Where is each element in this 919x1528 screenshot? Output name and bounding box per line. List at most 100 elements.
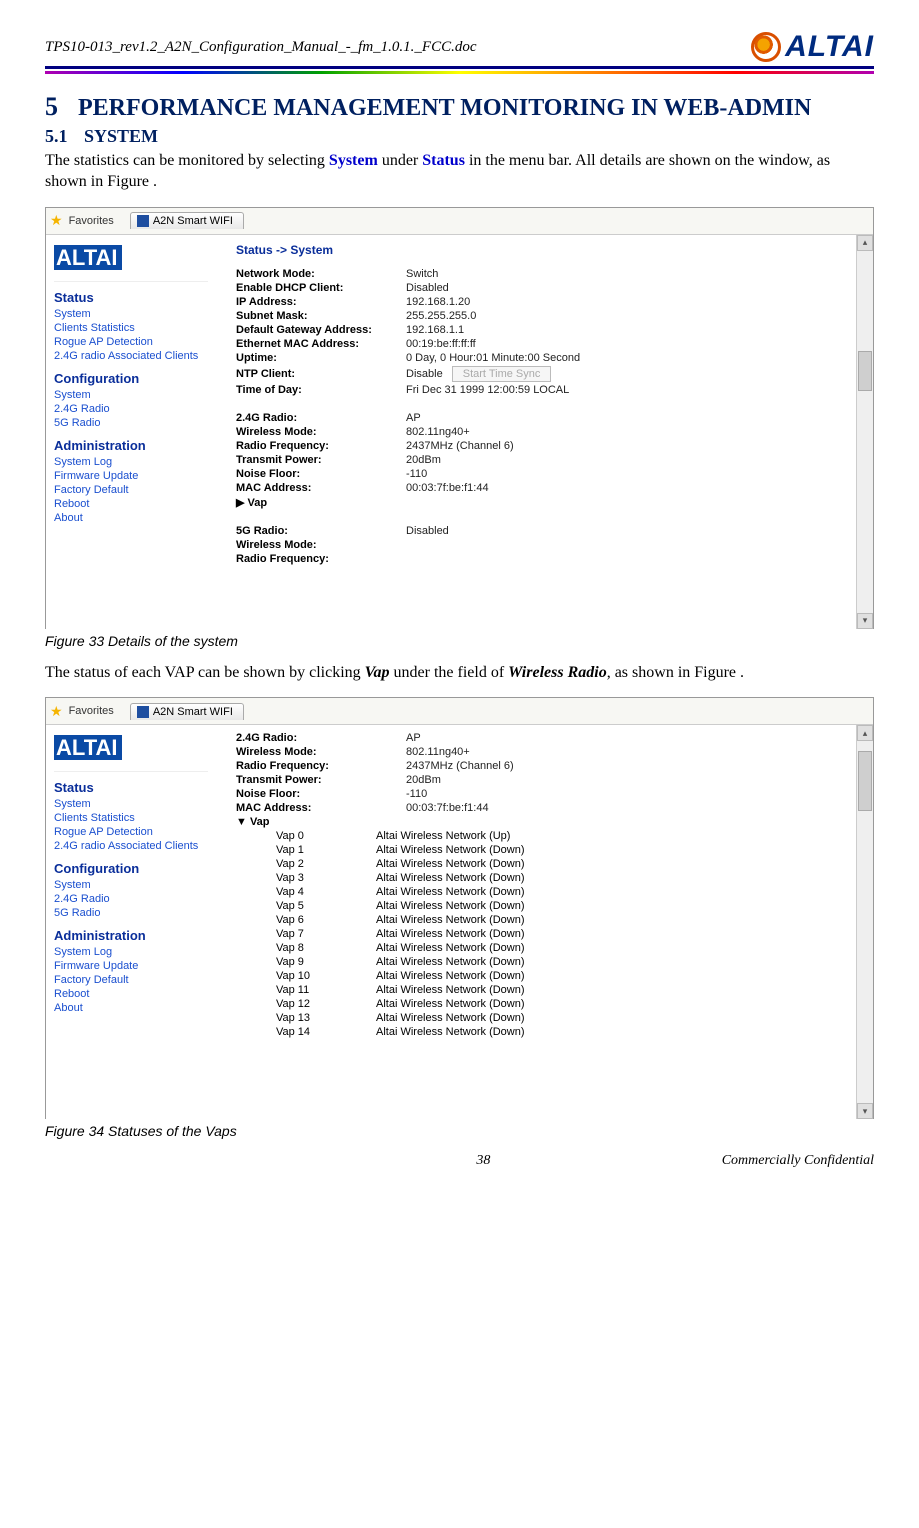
status-row: Wireless Mode:: [236, 538, 863, 552]
vap-collapse-toggle[interactable]: ▼ Vap: [236, 815, 863, 829]
status-row: 2.4G Radio:AP: [236, 731, 863, 745]
sidebar-item[interactable]: Reboot: [54, 497, 208, 511]
vap-expand-toggle[interactable]: ▶ Vap: [236, 495, 863, 510]
favorites-label: Favorites: [69, 705, 114, 717]
sidebar-item[interactable]: About: [54, 1001, 208, 1015]
keyword-wireless-radio: Wireless Radio: [508, 664, 607, 681]
doc-filename: TPS10-013_rev1.2_A2N_Configuration_Manua…: [45, 39, 477, 56]
scroll-up-icon[interactable]: ▴: [857, 725, 873, 741]
sidebar-item[interactable]: System Log: [54, 945, 208, 959]
sidebar: ALTAI Status SystemClients StatisticsRog…: [46, 235, 216, 629]
start-time-sync-button[interactable]: Start Time Sync: [452, 366, 552, 382]
status-row: Default Gateway Address:192.168.1.1: [236, 323, 863, 337]
figure-34-caption: Figure 34 Statuses of the Vaps: [45, 1123, 874, 1139]
sidebar-item[interactable]: About: [54, 511, 208, 525]
scroll-down-icon[interactable]: ▾: [857, 613, 873, 629]
status-row: Wireless Mode:802.11ng40+: [236, 425, 863, 439]
vap-row[interactable]: Vap 3Altai Wireless Network (Down): [236, 871, 863, 885]
sidebar-item[interactable]: Rogue AP Detection: [54, 825, 208, 839]
tab-favicon-icon: [137, 706, 149, 718]
sidebar-item[interactable]: 2.4G radio Associated Clients: [54, 839, 208, 853]
favorites-label: Favorites: [69, 215, 114, 227]
content-pane: 2.4G Radio:APWireless Mode:802.11ng40+Ra…: [216, 725, 873, 1119]
vap-row[interactable]: Vap 9Altai Wireless Network (Down): [236, 955, 863, 969]
scroll-thumb[interactable]: [858, 751, 872, 811]
nav-group-status: Status: [54, 780, 208, 795]
sidebar-brand: ALTAI: [54, 241, 208, 282]
tab-title: A2N Smart WIFI: [153, 215, 233, 227]
sidebar-item[interactable]: 2.4G Radio: [54, 402, 208, 416]
heading-2-number: 5.1: [45, 126, 68, 146]
triangle-down-icon: ▼: [236, 816, 247, 828]
heading-2-text: SYSTEM: [84, 126, 158, 146]
vertical-scrollbar[interactable]: ▴ ▾: [856, 725, 873, 1119]
scroll-down-icon[interactable]: ▾: [857, 1103, 873, 1119]
status-row: Enable DHCP Client:Disabled: [236, 281, 863, 295]
sidebar-item[interactable]: System Log: [54, 455, 208, 469]
row-time-of-day: Time of Day: Fri Dec 31 1999 12:00:59 LO…: [236, 383, 863, 397]
logo-text: ALTAI: [785, 30, 874, 64]
status-row: Transmit Power:20dBm: [236, 453, 863, 467]
status-row: MAC Address:00:03:7f:be:f1:44: [236, 801, 863, 815]
browser-favorites-bar: ★ Favorites A2N Smart WIFI: [46, 208, 873, 235]
vap-row[interactable]: Vap 10Altai Wireless Network (Down): [236, 969, 863, 983]
sidebar-item[interactable]: Factory Default: [54, 483, 208, 497]
sidebar-item[interactable]: System: [54, 307, 208, 321]
vap-row[interactable]: Vap 8Altai Wireless Network (Down): [236, 941, 863, 955]
header-divider: [45, 71, 874, 74]
vap-row[interactable]: Vap 6Altai Wireless Network (Down): [236, 913, 863, 927]
vap-row[interactable]: Vap 2Altai Wireless Network (Down): [236, 857, 863, 871]
sidebar-item[interactable]: Clients Statistics: [54, 321, 208, 335]
figure-33-caption: Figure 33 Details of the system: [45, 633, 874, 649]
vap-row[interactable]: Vap 7Altai Wireless Network (Down): [236, 927, 863, 941]
sidebar-item[interactable]: 5G Radio: [54, 416, 208, 430]
vap-row[interactable]: Vap 12Altai Wireless Network (Down): [236, 997, 863, 1011]
tab-title: A2N Smart WIFI: [153, 706, 233, 718]
vap-row[interactable]: Vap 11Altai Wireless Network (Down): [236, 983, 863, 997]
vap-row[interactable]: Vap 14Altai Wireless Network (Down): [236, 1025, 863, 1039]
vap-row[interactable]: Vap 0Altai Wireless Network (Up): [236, 829, 863, 843]
sidebar-item[interactable]: Factory Default: [54, 973, 208, 987]
browser-tab[interactable]: A2N Smart WIFI: [130, 212, 244, 229]
scroll-thumb[interactable]: [858, 351, 872, 391]
status-row: Network Mode:Switch: [236, 267, 863, 281]
sidebar-item[interactable]: Firmware Update: [54, 959, 208, 973]
logo-mark-icon: [751, 32, 781, 62]
triangle-right-icon: ▶: [236, 497, 244, 509]
status-row: Wireless Mode:802.11ng40+: [236, 745, 863, 759]
status-row: IP Address:192.168.1.20: [236, 295, 863, 309]
page-number: 38: [245, 1153, 722, 1169]
vap-row[interactable]: Vap 13Altai Wireless Network (Down): [236, 1011, 863, 1025]
browser-tab[interactable]: A2N Smart WIFI: [130, 703, 244, 720]
status-row: Subnet Mask:255.255.255.0: [236, 309, 863, 323]
vertical-scrollbar[interactable]: ▴ ▾: [856, 235, 873, 629]
sidebar-item[interactable]: 2.4G Radio: [54, 892, 208, 906]
breadcrumb: Status -> System: [236, 243, 863, 257]
sidebar-item[interactable]: Clients Statistics: [54, 811, 208, 825]
vap-row[interactable]: Vap 1Altai Wireless Network (Down): [236, 843, 863, 857]
sidebar-item[interactable]: Firmware Update: [54, 469, 208, 483]
sidebar-item[interactable]: Rogue AP Detection: [54, 335, 208, 349]
vap-row[interactable]: Vap 5Altai Wireless Network (Down): [236, 899, 863, 913]
nav-group-administration: Administration: [54, 928, 208, 943]
sidebar-brand: ALTAI: [54, 731, 208, 772]
sidebar-item[interactable]: System: [54, 388, 208, 402]
vap-row[interactable]: Vap 4Altai Wireless Network (Down): [236, 885, 863, 899]
sidebar-item[interactable]: 2.4G radio Associated Clients: [54, 349, 208, 363]
row-ntp-client: NTP Client: Disable Start Time Sync: [236, 365, 863, 383]
paragraph-2: The status of each VAP can be shown by c…: [45, 663, 874, 684]
confidential-label: Commercially Confidential: [722, 1153, 874, 1169]
nav-group-configuration: Configuration: [54, 371, 208, 386]
status-row: MAC Address:00:03:7f:be:f1:44: [236, 481, 863, 495]
nav-group-status: Status: [54, 290, 208, 305]
sidebar-item[interactable]: System: [54, 878, 208, 892]
status-row: Noise Floor:-110: [236, 787, 863, 801]
sidebar-item[interactable]: System: [54, 797, 208, 811]
browser-favorites-bar: ★ Favorites A2N Smart WIFI: [46, 698, 873, 725]
sidebar-item[interactable]: 5G Radio: [54, 906, 208, 920]
sidebar-item[interactable]: Reboot: [54, 987, 208, 1001]
status-row: Radio Frequency:2437MHz (Channel 6): [236, 759, 863, 773]
nav-group-administration: Administration: [54, 438, 208, 453]
status-row: Ethernet MAC Address:00:19:be:ff:ff:ff: [236, 337, 863, 351]
scroll-up-icon[interactable]: ▴: [857, 235, 873, 251]
